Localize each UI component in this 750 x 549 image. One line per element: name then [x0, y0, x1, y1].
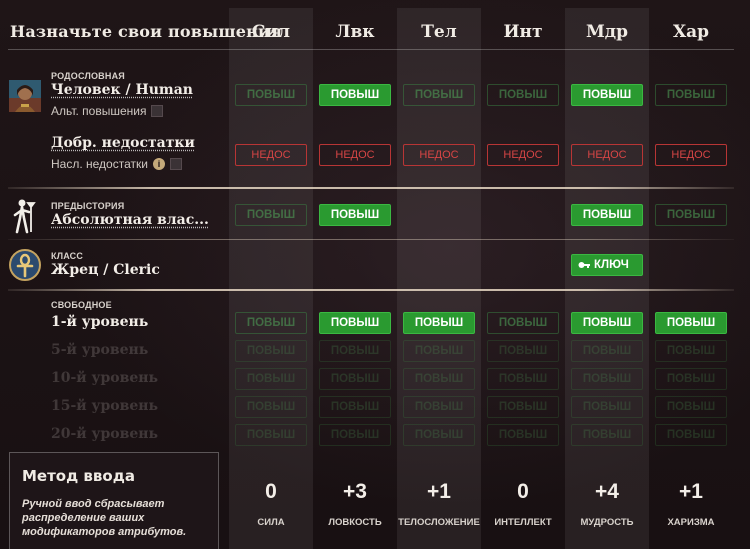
background-label: ПРЕДЫСТОРИЯ — [51, 201, 125, 211]
level-10-boost-cha: ПОВЫШ — [655, 368, 727, 390]
flaw-button-wis[interactable]: НЕДОС — [571, 144, 643, 166]
level-15-title: 15-й уровень — [51, 398, 159, 414]
stat-name-int: ИНТЕЛЛЕКТ — [494, 517, 552, 528]
level-10-boost-dex: ПОВЫШ — [319, 368, 391, 390]
stat-name-cha: ХАРИЗМА — [667, 517, 715, 528]
alt-boosts-checkbox[interactable] — [151, 105, 164, 117]
ancestry-boost-cha[interactable]: ПОВЫШ — [655, 84, 727, 106]
ancestry-boost-int[interactable]: ПОВЫШ — [487, 84, 559, 106]
level-10-boost-str: ПОВЫШ — [235, 368, 307, 390]
level-5-boost-wis: ПОВЫШ — [571, 340, 643, 362]
total-dex: +3 — [343, 480, 367, 503]
level-10-boost-wis: ПОВЫШ — [571, 368, 643, 390]
level-1-boost-wis[interactable]: ПОВЫШ — [571, 312, 643, 334]
total-wis: +4 — [595, 480, 619, 503]
level-1-boost-str[interactable]: ПОВЫШ — [235, 312, 307, 334]
ancestry-boost-con[interactable]: ПОВЫШ — [403, 84, 475, 106]
ancestry-boost-wis[interactable]: ПОВЫШ — [571, 84, 643, 106]
level-20-boost-dex: ПОВЫШ — [319, 424, 391, 446]
flaw-button-con[interactable]: НЕДОС — [403, 144, 475, 166]
level-10-boost-int: ПОВЫШ — [487, 368, 559, 390]
section-divider-ancestry — [8, 187, 734, 189]
column-header-wis: Мдр — [585, 22, 629, 42]
level-20-boost-con: ПОВЫШ — [403, 424, 475, 446]
ancestry-boost-dex[interactable]: ПОВЫШ — [319, 84, 391, 106]
background-figure-icon — [9, 198, 41, 234]
ancestry-portrait — [9, 80, 41, 112]
class-ankh-icon — [9, 249, 41, 281]
level-20-boost-wis: ПОВЫШ — [571, 424, 643, 446]
column-header-cha: Хар — [672, 22, 710, 42]
background-boost-str[interactable]: ПОВЫШ — [235, 204, 307, 226]
ancestry-title[interactable]: Человек / Human — [51, 82, 193, 98]
flaw-button-int[interactable]: НЕДОС — [487, 144, 559, 166]
alt-boosts-row: Альт. повышения — [51, 104, 164, 118]
level-5-boost-cha: ПОВЫШ — [655, 340, 727, 362]
voluntary-flaws-title[interactable]: Добр. недостатки — [51, 135, 195, 151]
header-divider — [8, 49, 734, 50]
total-int: 0 — [517, 480, 529, 503]
background-boost-dex[interactable]: ПОВЫШ — [319, 204, 391, 226]
level-15-boost-wis: ПОВЫШ — [571, 396, 643, 418]
level-5-title: 5-й уровень — [51, 342, 149, 358]
class-label: КЛАСС — [51, 251, 84, 261]
flaw-button-cha[interactable]: НЕДОС — [655, 144, 727, 166]
inherited-flaws-row: Насл. недостатки i — [51, 157, 182, 171]
level-15-boost-con: ПОВЫШ — [403, 396, 475, 418]
level-15-boost-int: ПОВЫШ — [487, 396, 559, 418]
level-5-boost-con: ПОВЫШ — [403, 340, 475, 362]
level-10-boost-con: ПОВЫШ — [403, 368, 475, 390]
flaw-button-dex[interactable]: НЕДОС — [319, 144, 391, 166]
input-method-title: Метод ввода — [22, 467, 135, 485]
level-5-boost-dex: ПОВЫШ — [319, 340, 391, 362]
stat-name-str: СИЛА — [257, 517, 285, 528]
background-boost-wis[interactable]: ПОВЫШ — [571, 204, 643, 226]
level-1-boost-int[interactable]: ПОВЫШ — [487, 312, 559, 334]
stat-name-wis: МУДРОСТЬ — [580, 517, 634, 528]
input-method-description: Ручной ввод сбрасывает распределение ваш… — [22, 498, 187, 538]
column-header-int: Инт — [503, 22, 543, 42]
level-20-boost-str: ПОВЫШ — [235, 424, 307, 446]
level-1-boost-con[interactable]: ПОВЫШ — [403, 312, 475, 334]
total-cha: +1 — [679, 480, 703, 503]
total-con: +1 — [427, 480, 451, 503]
background-boost-cha[interactable]: ПОВЫШ — [655, 204, 727, 226]
info-icon[interactable]: i — [152, 158, 165, 170]
section-divider-background — [8, 239, 734, 240]
key-attribute-button[interactable]: КЛЮЧ — [571, 254, 643, 276]
level-15-boost-str: ПОВЫШ — [235, 396, 307, 418]
level-20-title: 20-й уровень — [51, 426, 159, 442]
level-15-boost-cha: ПОВЫШ — [655, 396, 727, 418]
section-divider-class — [8, 289, 734, 291]
column-header-str: Сил — [251, 22, 291, 42]
column-header-con: Тел — [421, 22, 457, 42]
stat-name-con: ТЕЛОСЛОЖЕНИЕ — [398, 517, 480, 528]
level-1-boost-cha[interactable]: ПОВЫШ — [655, 312, 727, 334]
input-method-panel[interactable]: Метод ввода Ручной ввод сбрасывает распр… — [9, 452, 219, 549]
total-str: 0 — [265, 480, 277, 503]
inherited-flaws-label: Насл. недостатки — [51, 157, 148, 171]
key-label: КЛЮЧ — [594, 259, 629, 271]
stat-name-dex: ЛОВКОСТЬ — [328, 517, 382, 528]
level-5-boost-int: ПОВЫШ — [487, 340, 559, 362]
alt-boosts-label: Альт. повышения — [51, 104, 147, 118]
level-5-boost-str: ПОВЫШ — [235, 340, 307, 362]
key-icon — [578, 262, 590, 268]
inherited-flaws-checkbox[interactable] — [169, 158, 182, 170]
level-10-title: 10-й уровень — [51, 370, 159, 386]
background-title[interactable]: Абсолютная влас... — [51, 212, 209, 228]
level-1-boost-dex[interactable]: ПОВЫШ — [319, 312, 391, 334]
level-20-boost-int: ПОВЫШ — [487, 424, 559, 446]
level-20-boost-cha: ПОВЫШ — [655, 424, 727, 446]
level-1-title: 1-й уровень — [51, 314, 149, 330]
ancestry-label: РОДОСЛОВНАЯ — [51, 71, 125, 81]
column-header-dex: Лвк — [335, 22, 375, 42]
level-15-boost-dex: ПОВЫШ — [319, 396, 391, 418]
ancestry-boost-str[interactable]: ПОВЫШ — [235, 84, 307, 106]
class-title: Жрец / Cleric — [51, 262, 160, 278]
free-label: СВОБОДНОЕ — [51, 300, 112, 310]
flaw-button-str[interactable]: НЕДОС — [235, 144, 307, 166]
